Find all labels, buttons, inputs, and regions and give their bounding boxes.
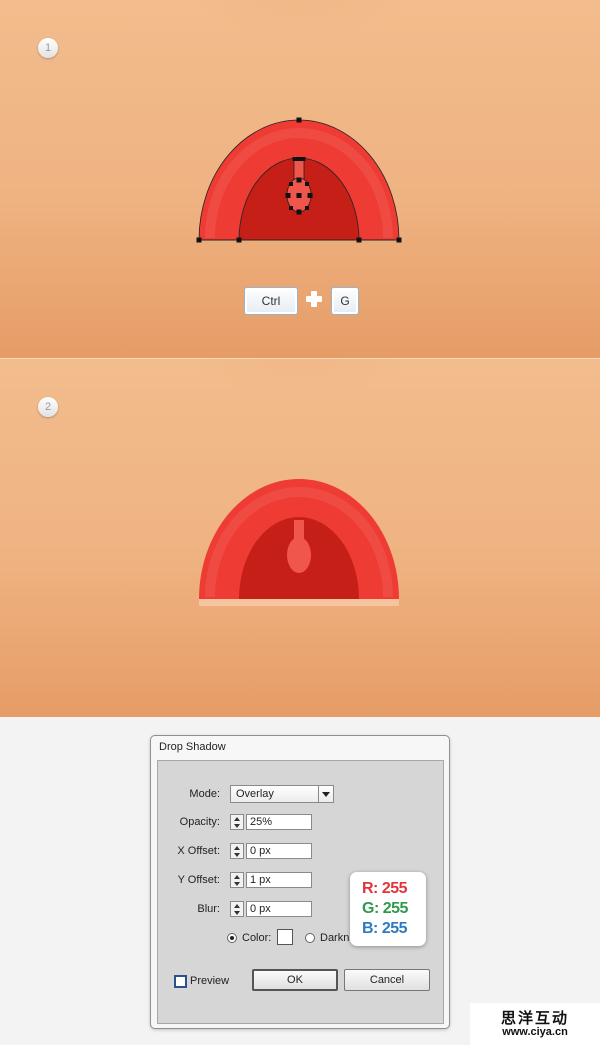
x-offset-stepper[interactable] xyxy=(230,843,244,859)
selected-shape-artwork[interactable] xyxy=(0,0,600,358)
watermark-url: www.ciya.cn xyxy=(502,1026,568,1038)
y-offset-input[interactable]: 1 px xyxy=(246,872,312,888)
watermark: 思洋互动 www.ciya.cn xyxy=(470,1003,600,1045)
rgb-callout: R: 255 G: 255 B: 255 xyxy=(350,872,426,946)
ok-button[interactable]: OK xyxy=(252,969,338,991)
step1-panel: 1 Ctrl G xyxy=(0,0,600,358)
x-offset-label: X Offset: xyxy=(177,845,220,857)
cancel-button[interactable]: Cancel xyxy=(344,969,430,991)
color-label: Color: xyxy=(242,932,272,944)
red-value: R: 255 xyxy=(362,880,408,897)
color-radio[interactable] xyxy=(227,933,237,943)
blue-value: B: 255 xyxy=(362,920,408,937)
preview-checkbox[interactable] xyxy=(174,975,187,988)
ctrl-key: Ctrl xyxy=(244,287,298,315)
darkness-radio[interactable] xyxy=(305,933,315,943)
opacity-input[interactable]: 25% xyxy=(246,814,312,830)
y-offset-label: Y Offset: xyxy=(177,874,220,886)
y-offset-stepper[interactable] xyxy=(230,872,244,888)
mode-select-value: Overlay xyxy=(236,788,274,800)
green-value: G: 255 xyxy=(362,900,408,917)
g-key: G xyxy=(331,287,359,315)
blur-input[interactable]: 0 px xyxy=(246,901,312,917)
preview-label: Preview xyxy=(190,975,230,987)
opacity-label: Opacity: xyxy=(179,816,220,828)
watermark-title: 思洋互动 xyxy=(500,1009,569,1027)
opacity-stepper[interactable] xyxy=(230,814,244,830)
color-swatch[interactable] xyxy=(277,929,293,945)
plus-icon xyxy=(306,291,322,307)
blur-stepper[interactable] xyxy=(230,901,244,917)
dialog-title: Drop Shadow xyxy=(159,741,226,753)
chevron-down-icon[interactable] xyxy=(318,786,333,802)
x-offset-input[interactable]: 0 px xyxy=(246,843,312,859)
grouped-shape-artwork xyxy=(199,479,399,606)
darkness-label: Darkn xyxy=(320,932,350,944)
step2-panel: 2 xyxy=(0,359,600,717)
mode-select[interactable]: Overlay xyxy=(230,785,334,803)
mode-label: Mode: xyxy=(189,788,220,800)
blur-label: Blur: xyxy=(197,903,220,915)
